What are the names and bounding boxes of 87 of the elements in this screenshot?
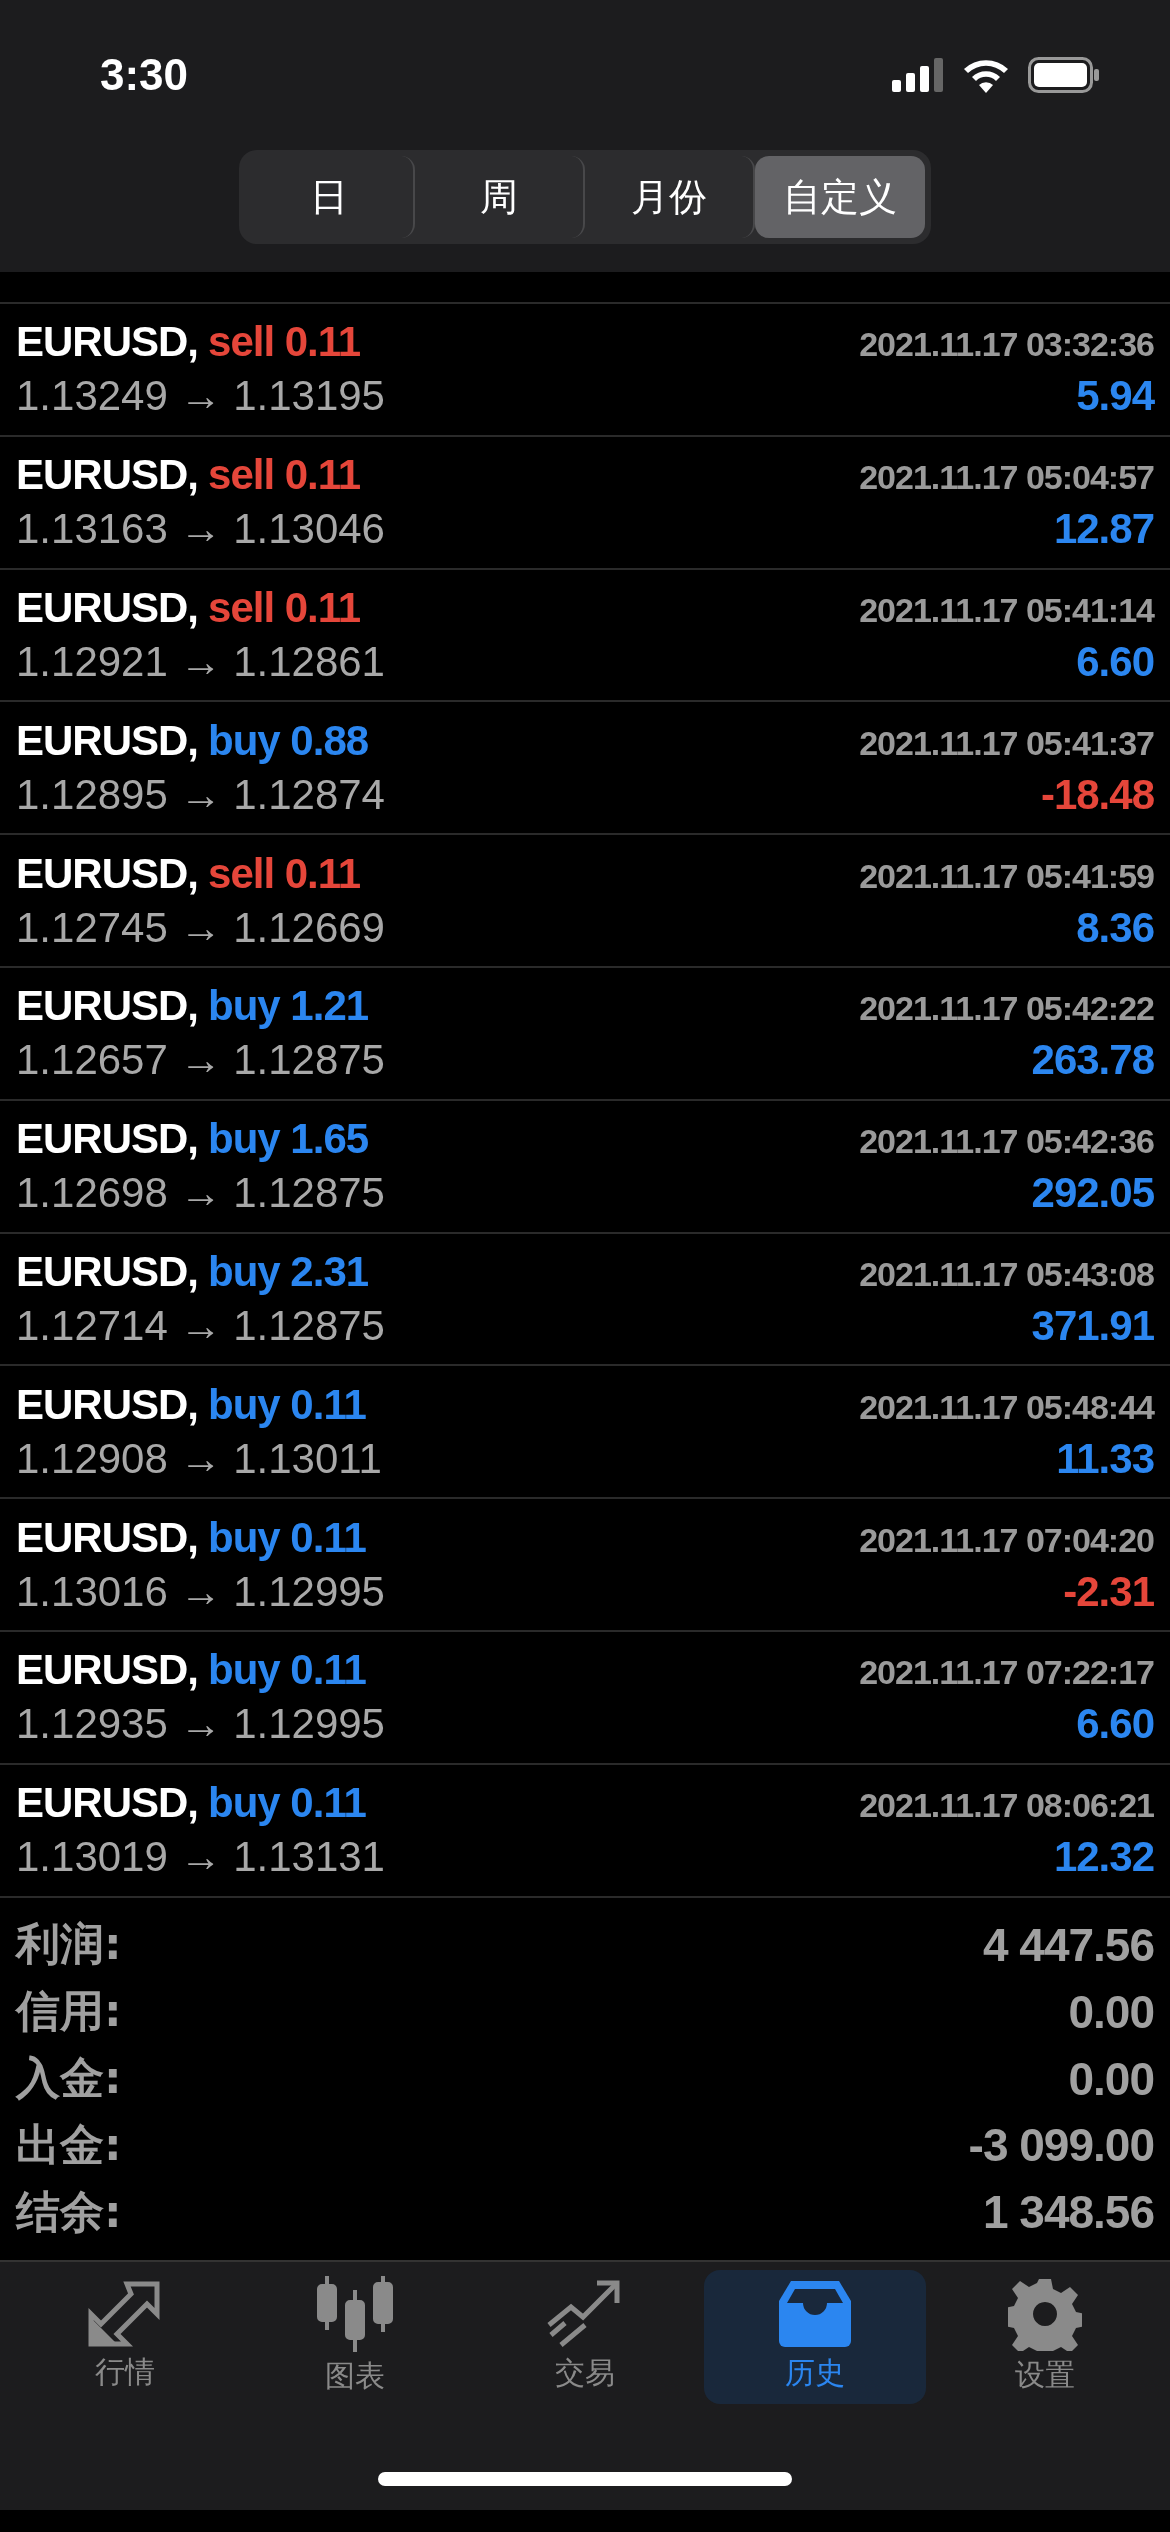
profit-value: 5.94 — [1076, 372, 1154, 421]
profit-value: 6.60 — [1076, 638, 1154, 686]
nav-tab[interactable]: 设置 — [934, 2269, 1156, 2404]
symbol-label: EURUSD, — [16, 1646, 199, 1695]
order-label: buy 1.65 — [208, 1115, 369, 1164]
price-range: 1.12935 → 1.12995 — [16, 1700, 385, 1749]
summary-value: 0.00 — [1068, 1984, 1154, 2039]
profit-value: 8.36 — [1076, 903, 1154, 952]
profit-value: 6.60 — [1076, 1700, 1154, 1749]
trend-arrow-icon — [547, 2279, 623, 2350]
order-label: sell 0.11 — [208, 451, 361, 500]
symbol-label: EURUSD, — [16, 1247, 199, 1296]
symbol-label: EURUSD, — [16, 982, 199, 1031]
symbol-label: EURUSD, — [16, 849, 199, 898]
price-range: 1.13249 → 1.13195 — [16, 372, 385, 421]
order-label: sell 0.11 — [208, 849, 361, 898]
profit-value: 371.91 — [1031, 1301, 1154, 1350]
price-range: 1.12657 → 1.12875 — [16, 1036, 385, 1085]
summary-label: 出金: — [16, 2117, 122, 2172]
settings-icon — [1008, 2277, 1082, 2352]
summary-value: -3 099.00 — [968, 2118, 1154, 2173]
trade-time: 2021.11.17 08:06:21 — [859, 1786, 1154, 1826]
trade-time: 2021.11.17 05:42:36 — [859, 1122, 1154, 1162]
nav-tab[interactable]: 交易 — [474, 2269, 696, 2404]
order-label: buy 0.11 — [208, 1513, 366, 1562]
period-tab[interactable]: 自定义 — [755, 156, 925, 238]
profit-value: -18.48 — [1040, 770, 1154, 819]
price-range: 1.12921 → 1.12861 — [16, 638, 385, 686]
profit-value: 11.33 — [1056, 1434, 1154, 1483]
profit-value: 292.05 — [1031, 1169, 1154, 1218]
candlestick-icon — [315, 2276, 395, 2353]
trade-time: 2021.11.17 05:41:37 — [859, 723, 1154, 763]
summary-label: 入金: — [16, 2051, 122, 2106]
symbol-label: EURUSD, — [16, 1115, 199, 1164]
trade-time: 2021.11.17 07:22:17 — [859, 1653, 1154, 1693]
price-range: 1.12698 → 1.12875 — [16, 1169, 385, 1218]
price-range: 1.12714 → 1.12875 — [16, 1301, 385, 1350]
order-label: buy 0.11 — [208, 1779, 366, 1828]
price-range: 1.13016 → 1.12995 — [16, 1567, 385, 1616]
trade-time: 2021.11.17 05:04:57 — [859, 458, 1154, 498]
summary-label: 结余: — [16, 2184, 122, 2239]
symbol-label: EURUSD, — [16, 1779, 199, 1828]
price-range: 1.12908 → 1.13011 — [16, 1434, 382, 1483]
order-label: buy 0.11 — [208, 1646, 366, 1695]
summary-label: 信用: — [16, 1984, 122, 2039]
signal-icon — [892, 58, 944, 92]
summary-value: 0.00 — [1068, 2051, 1154, 2106]
period-tab[interactable]: 日 — [245, 156, 415, 238]
wifi-icon — [962, 57, 1010, 93]
order-label: sell 0.11 — [208, 584, 361, 632]
symbol-label: EURUSD, — [16, 451, 199, 500]
trade-time: 2021.11.17 05:48:44 — [859, 1387, 1154, 1427]
nav-tab[interactable]: 历史 — [704, 2269, 926, 2404]
battery-icon — [1028, 57, 1100, 93]
symbol-label: EURUSD, — [16, 584, 199, 632]
profit-value: 12.87 — [1053, 505, 1154, 554]
order-label: buy 1.21 — [208, 982, 369, 1031]
nav-tab[interactable]: 行情 — [14, 2269, 236, 2404]
order-label: buy 0.11 — [208, 1380, 366, 1429]
inbox-icon — [777, 2279, 853, 2350]
nav-tab[interactable]: 图表 — [244, 2269, 466, 2404]
profit-value: -2.31 — [1063, 1567, 1154, 1616]
symbol-label: EURUSD, — [16, 318, 199, 367]
trade-time: 2021.11.17 07:04:20 — [859, 1520, 1154, 1560]
symbol-label: EURUSD, — [16, 716, 199, 765]
arrows-icon — [87, 2280, 163, 2349]
price-range: 1.13019 → 1.13131 — [16, 1833, 385, 1882]
trade-time: 2021.11.17 03:32:36 — [859, 325, 1154, 365]
trade-time: 2021.11.17 05:41:59 — [859, 856, 1154, 896]
summary-label: 利润: — [16, 1917, 122, 1972]
price-range: 1.13163 → 1.13046 — [16, 505, 385, 554]
trade-time: 2021.11.17 05:43:08 — [859, 1254, 1154, 1294]
status-time: 3:30 — [100, 50, 189, 100]
price-range: 1.12745 → 1.12669 — [16, 903, 385, 952]
profit-value: 263.78 — [1031, 1036, 1154, 1085]
summary-value: 1 348.56 — [982, 2185, 1154, 2240]
summary-value: 4 447.56 — [982, 1917, 1154, 1972]
price-range: 1.12895 → 1.12874 — [16, 770, 385, 819]
order-label: buy 2.31 — [208, 1247, 369, 1296]
period-tab[interactable]: 周 — [415, 156, 585, 238]
symbol-label: EURUSD, — [16, 1380, 199, 1429]
symbol-label: EURUSD, — [16, 1513, 199, 1562]
order-label: buy 0.88 — [208, 716, 369, 765]
order-label: sell 0.11 — [208, 318, 361, 367]
trade-time: 2021.11.17 05:42:22 — [859, 989, 1154, 1029]
profit-value: 12.32 — [1053, 1833, 1154, 1882]
trade-time: 2021.11.17 05:41:14 — [859, 591, 1154, 630]
